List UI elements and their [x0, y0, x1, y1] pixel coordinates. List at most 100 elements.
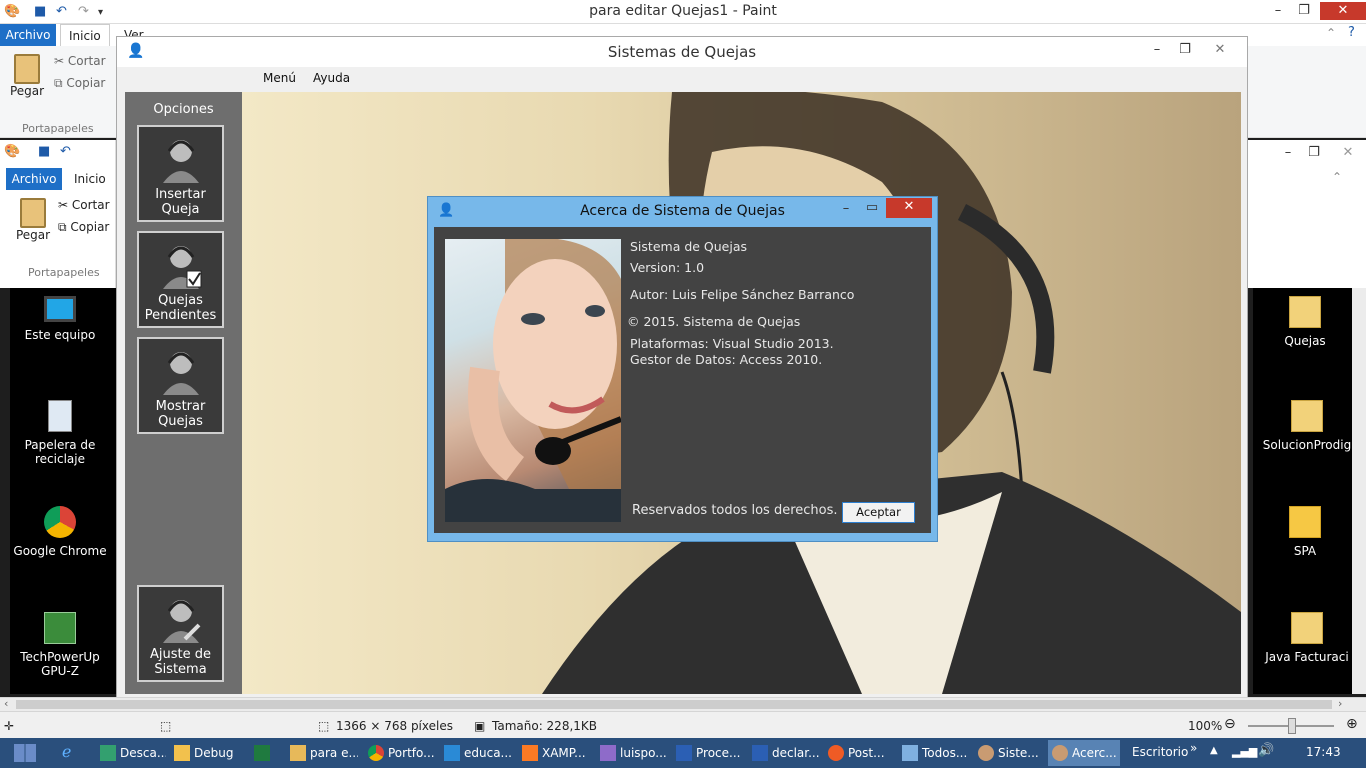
collapse-ribbon-icon[interactable]: ⌃ [1326, 26, 1336, 40]
button-label: Mostrar [155, 399, 206, 414]
undo-icon-secondary[interactable]: ↶ [60, 144, 71, 159]
app-close-button[interactable]: ✕ [1201, 41, 1239, 59]
options-sidebar: Opciones Insertar Queja Quejas Pendiente… [125, 92, 242, 694]
aceptar-button[interactable]: Aceptar [842, 502, 915, 523]
collapse-ribbon-icon-secondary[interactable]: ⌃ [1332, 170, 1342, 184]
desktop-icon-chrome[interactable]: Google Chrome [10, 506, 110, 558]
tab-inicio[interactable]: Inicio [60, 24, 110, 46]
desktop-toolbar-label[interactable]: Escritorio [1132, 745, 1188, 759]
copy-button[interactable]: ⧉ Copiar [54, 76, 105, 91]
desktop-icon-solucionprodig[interactable]: SolucionProdig [1255, 400, 1359, 452]
taskbar-label: XAMP... [542, 746, 586, 760]
zoom-slider-handle[interactable] [1288, 718, 1296, 734]
taskbar-item-xampp[interactable]: XAMP... [518, 740, 592, 766]
desktop-icon-spa[interactable]: SPA [1255, 506, 1355, 558]
ie-icon[interactable]: ℯ [62, 742, 71, 761]
button-label: Insertar [155, 187, 206, 202]
scroll-thumb[interactable] [16, 700, 1332, 709]
zoom-out-button[interactable]: ⊖ [1224, 716, 1236, 732]
mostrar-quejas-button[interactable]: Mostrar Quejas [137, 337, 224, 434]
operator-photo [445, 239, 621, 522]
paint-window-secondary: 🎨 ■ ↶ Archivo Inicio Pegar ✂ Cortar ⧉ Co… [0, 140, 116, 288]
menu-ayuda[interactable]: Ayuda [313, 71, 350, 85]
desktop-right: Quejas SolucionProdig SPA Java Facturaci [1253, 288, 1359, 694]
network-icon[interactable]: ▂▄▆ [1232, 745, 1257, 758]
tab-inicio-secondary[interactable]: Inicio [74, 172, 106, 186]
tab-archivo[interactable]: Archivo [0, 24, 56, 46]
minimize-button[interactable]: – [1264, 2, 1292, 20]
taskbar-label: educa... [464, 746, 512, 760]
insertar-queja-button[interactable]: Insertar Queja [137, 125, 224, 222]
close-button[interactable]: ✕ [1320, 2, 1366, 20]
taskbar-item-postman[interactable]: Post... [824, 740, 896, 766]
menu-menu[interactable]: Menú [263, 71, 296, 85]
excel-icon [254, 745, 270, 761]
desktop-icon-papelera[interactable]: Papelera de reciclaje [10, 400, 110, 466]
about-close-button[interactable]: ✕ [886, 198, 932, 218]
zoom-in-button[interactable]: ⊕ [1346, 716, 1358, 732]
app-maximize-button[interactable]: ❐ [1171, 41, 1199, 59]
taskbar-item-luispo[interactable]: luispo... [596, 740, 670, 766]
paste-button-secondary[interactable]: Pegar [14, 198, 52, 242]
copy-button-secondary[interactable]: ⧉ Copiar [58, 220, 109, 235]
taskbar-item-paint[interactable]: para e... [286, 740, 358, 766]
toolbar-expand-icon[interactable]: » [1190, 741, 1197, 755]
cut-button-secondary[interactable]: ✂ Cortar [58, 198, 110, 212]
taskbar-item-acerca[interactable]: Acerc... [1048, 740, 1120, 766]
paint-icon [290, 745, 306, 761]
taskbar-item-debug[interactable]: Debug [170, 740, 244, 766]
quejas-pendientes-button[interactable]: Quejas Pendientes [137, 231, 224, 328]
taskbar-item-todos[interactable]: Todos... [898, 740, 970, 766]
minimize-button-secondary[interactable]: – [1274, 144, 1302, 162]
about-minimize-button[interactable]: – [832, 200, 860, 218]
paint-horizontal-scrollbar[interactable]: ‹ › [0, 697, 1366, 711]
paste-label: Pegar [9, 84, 45, 98]
ajuste-sistema-button[interactable]: Ajuste de Sistema [137, 585, 224, 682]
scroll-right-icon[interactable]: › [1338, 697, 1342, 710]
desktop-icon-label: Java Facturaci [1265, 650, 1349, 664]
folder-icon [1291, 612, 1323, 644]
maximize-button[interactable]: ❐ [1290, 2, 1318, 20]
cut-button[interactable]: ✂ Cortar [54, 54, 106, 68]
volume-icon[interactable]: 🔊 [1258, 743, 1274, 758]
start-button[interactable] [14, 744, 36, 762]
taskbar-item-excel[interactable] [250, 740, 280, 766]
folder-icon [1291, 400, 1323, 432]
taskbar-label: Todos... [922, 746, 968, 760]
taskbar-item-portfolio[interactable]: Portfo... [364, 740, 436, 766]
button-label: Sistema [154, 662, 207, 677]
cut-label-secondary: Cortar [71, 198, 110, 212]
paint-vertical-scrollbar[interactable] [1352, 288, 1366, 694]
taskbar-item-sistemas[interactable]: Siste... [974, 740, 1044, 766]
maximize-button-secondary[interactable]: ❐ [1300, 144, 1328, 162]
about-maximize-button[interactable]: ▭ [858, 199, 886, 217]
taskbar-item-educa[interactable]: educa... [440, 740, 514, 766]
about-rights: Reservados todos los derechos. [632, 503, 838, 518]
desktop-icon-este-equipo[interactable]: Este equipo [10, 296, 110, 342]
taskbar-item-declar[interactable]: declar... [748, 740, 822, 766]
tab-archivo-secondary[interactable]: Archivo [6, 168, 62, 190]
word-icon [752, 745, 768, 761]
desktop-icon-java[interactable]: Java Facturaci [1255, 612, 1359, 664]
clock[interactable]: 17:43 [1306, 745, 1341, 759]
copy-label: Copiar [66, 76, 106, 90]
taskbar-label: para e... [310, 746, 358, 760]
app-minimize-button[interactable]: – [1143, 41, 1171, 59]
tray-expand-icon[interactable]: ▲ [1210, 745, 1218, 756]
taskbar-item-descargas[interactable]: Desca... [96, 740, 166, 766]
scroll-left-icon[interactable]: ‹ [4, 697, 8, 710]
taskbar-item-procesos[interactable]: Proce... [672, 740, 746, 766]
help-icon[interactable]: ? [1348, 25, 1355, 40]
paint-title-bar: 🎨 ■ ↶ ↷ ▾ para editar Quejas1 - Paint – … [0, 0, 1366, 24]
desktop-icon-gpuz[interactable]: TechPowerUp GPU-Z [10, 612, 110, 678]
sidebar-header: Opciones [153, 102, 214, 117]
desktop-icon-label: SPA [1293, 544, 1317, 558]
desktop-icon-quejas[interactable]: Quejas [1255, 296, 1355, 348]
selection-size-icon: ⬚ [160, 719, 172, 733]
close-button-secondary[interactable]: ✕ [1330, 144, 1366, 162]
desktop-icon-label: SolucionProdig [1262, 438, 1352, 452]
save-icon-secondary[interactable]: ■ [38, 144, 50, 159]
paste-button[interactable]: Pegar [8, 54, 46, 98]
taskbar-label: Proce... [696, 746, 741, 760]
operator-wrench-icon [162, 600, 200, 643]
